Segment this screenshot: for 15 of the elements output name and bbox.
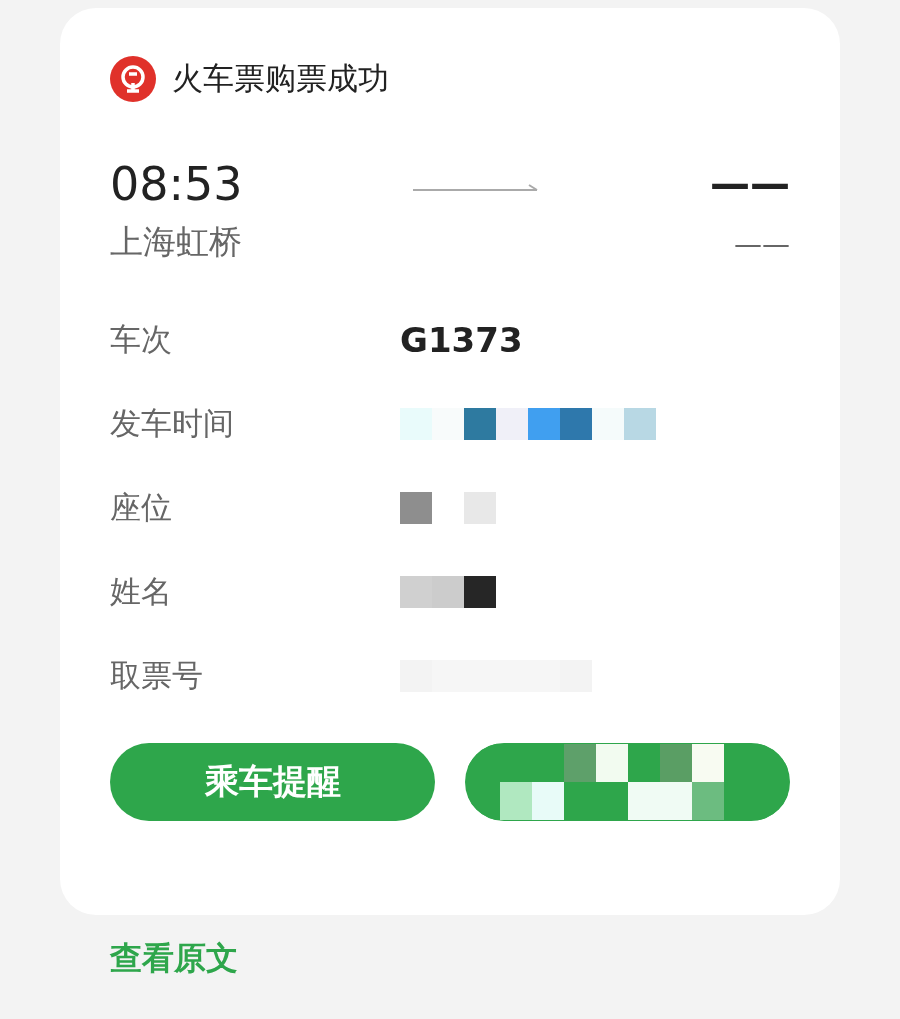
- field-label: 座位: [110, 488, 173, 527]
- field-label: 取票号: [110, 656, 204, 695]
- departure-time: 08:53: [110, 158, 243, 210]
- arrow-icon: [413, 184, 540, 192]
- notification-title: 火车票购票成功: [172, 59, 389, 98]
- field-label: 姓名: [110, 572, 173, 611]
- field-label: 发车时间: [110, 404, 235, 443]
- reminder-button[interactable]: 乘车提醒: [110, 743, 435, 821]
- arrival-station: ——: [734, 228, 790, 261]
- train-number: G1373: [400, 320, 523, 360]
- view-original-link[interactable]: 查看原文: [110, 939, 238, 977]
- field-label: 车次: [110, 320, 173, 359]
- departure-station: 上海虹桥: [110, 221, 243, 263]
- railway-logo-icon: [110, 56, 156, 102]
- arrival-time: ——: [710, 160, 790, 209]
